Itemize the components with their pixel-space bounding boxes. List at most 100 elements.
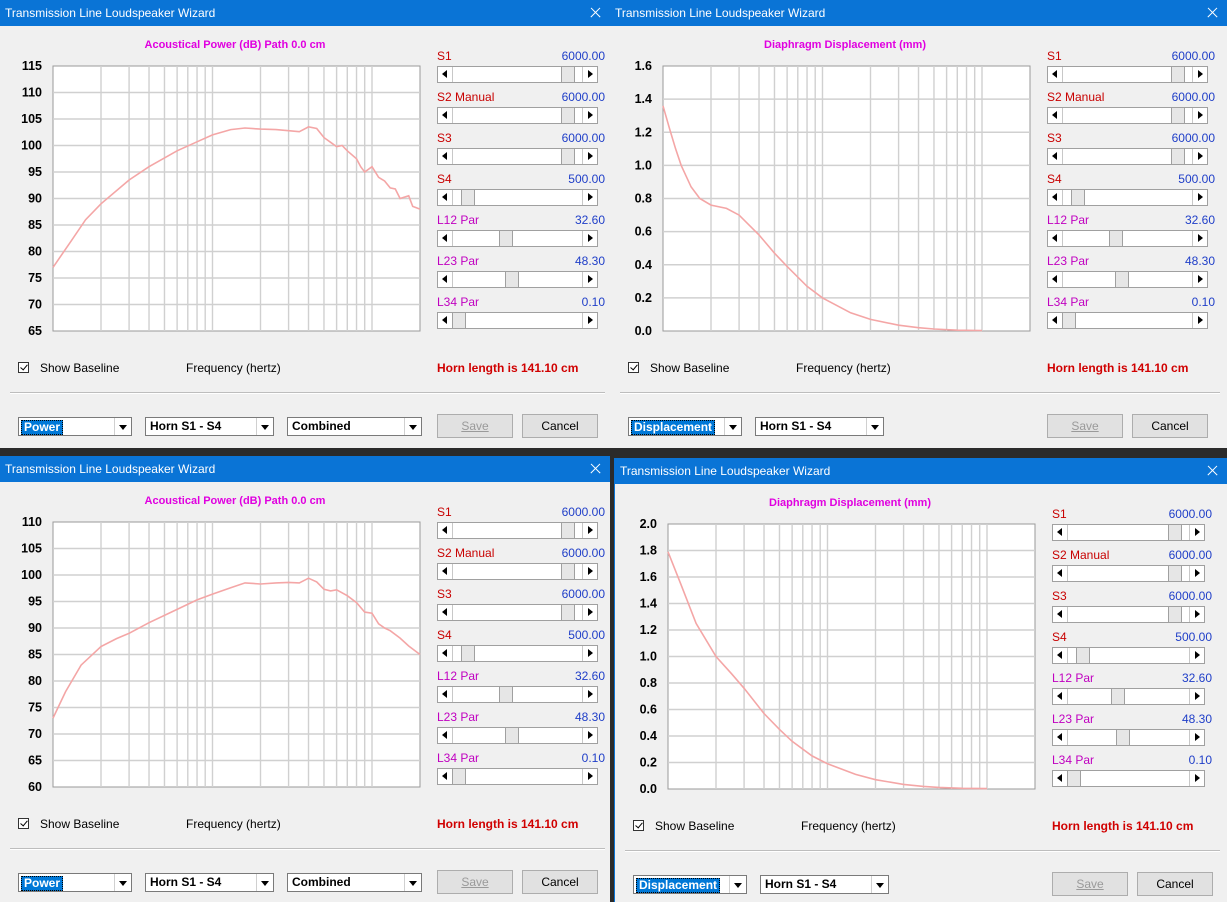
- arrow-right-icon[interactable]: [1192, 231, 1207, 246]
- arrow-left-icon[interactable]: [438, 523, 453, 538]
- slider[interactable]: [1052, 688, 1205, 705]
- slider[interactable]: [1047, 66, 1208, 83]
- horn-combo[interactable]: Horn S1 - S4: [145, 873, 274, 892]
- mode-combo[interactable]: Combined: [287, 873, 422, 892]
- arrow-right-icon[interactable]: [582, 149, 597, 164]
- save-button[interactable]: Save: [437, 870, 513, 894]
- arrow-left-icon[interactable]: [438, 687, 453, 702]
- arrow-right-icon[interactable]: [582, 108, 597, 123]
- slider[interactable]: [437, 686, 598, 703]
- title-bar[interactable]: Transmission Line Loudspeaker Wizard: [615, 458, 1227, 484]
- arrow-right-icon[interactable]: [1192, 190, 1207, 205]
- slider-thumb[interactable]: [452, 313, 466, 328]
- slider-thumb[interactable]: [1116, 730, 1130, 745]
- arrow-left-icon[interactable]: [1048, 67, 1063, 82]
- graph-type-combo[interactable]: Power: [18, 873, 132, 892]
- arrow-right-icon[interactable]: [582, 728, 597, 743]
- arrow-left-icon[interactable]: [1048, 190, 1063, 205]
- slider-thumb[interactable]: [561, 605, 575, 620]
- chevron-down-icon[interactable]: [256, 874, 273, 891]
- slider[interactable]: [437, 230, 598, 247]
- cancel-button[interactable]: Cancel: [1137, 872, 1213, 896]
- slider-thumb[interactable]: [1109, 231, 1123, 246]
- chevron-down-icon[interactable]: [404, 418, 421, 435]
- arrow-left-icon[interactable]: [438, 231, 453, 246]
- chevron-down-icon[interactable]: [404, 874, 421, 891]
- arrow-left-icon[interactable]: [1048, 108, 1063, 123]
- slider[interactable]: [1047, 312, 1208, 329]
- graph-type-combo[interactable]: Displacement: [628, 417, 742, 436]
- slider[interactable]: [1052, 647, 1205, 664]
- slider[interactable]: [437, 148, 598, 165]
- arrow-right-icon[interactable]: [1189, 525, 1204, 540]
- save-button[interactable]: Save: [1052, 872, 1128, 896]
- slider-thumb[interactable]: [461, 646, 475, 661]
- arrow-right-icon[interactable]: [582, 231, 597, 246]
- arrow-left-icon[interactable]: [1048, 272, 1063, 287]
- slider-thumb[interactable]: [1168, 566, 1182, 581]
- arrow-left-icon[interactable]: [1048, 149, 1063, 164]
- slider[interactable]: [1047, 189, 1208, 206]
- slider[interactable]: [437, 563, 598, 580]
- arrow-right-icon[interactable]: [582, 646, 597, 661]
- cancel-button[interactable]: Cancel: [522, 414, 598, 438]
- arrow-left-icon[interactable]: [438, 190, 453, 205]
- slider[interactable]: [437, 522, 598, 539]
- arrow-left-icon[interactable]: [1053, 525, 1068, 540]
- mode-combo[interactable]: Combined: [287, 417, 422, 436]
- chevron-down-icon[interactable]: [114, 418, 131, 435]
- arrow-left-icon[interactable]: [438, 605, 453, 620]
- slider-thumb[interactable]: [452, 769, 466, 784]
- chevron-down-icon[interactable]: [871, 876, 888, 893]
- arrow-right-icon[interactable]: [1189, 607, 1204, 622]
- arrow-left-icon[interactable]: [438, 564, 453, 579]
- slider[interactable]: [1052, 770, 1205, 787]
- arrow-right-icon[interactable]: [1192, 272, 1207, 287]
- slider[interactable]: [437, 727, 598, 744]
- slider[interactable]: [1052, 524, 1205, 541]
- slider-thumb[interactable]: [1067, 771, 1081, 786]
- graph-type-combo[interactable]: Displacement: [633, 875, 747, 894]
- close-icon[interactable]: [580, 456, 610, 482]
- arrow-left-icon[interactable]: [438, 769, 453, 784]
- arrow-left-icon[interactable]: [438, 272, 453, 287]
- arrow-right-icon[interactable]: [582, 523, 597, 538]
- arrow-left-icon[interactable]: [1053, 566, 1068, 581]
- slider-thumb[interactable]: [1171, 67, 1185, 82]
- chevron-down-icon[interactable]: [256, 418, 273, 435]
- arrow-left-icon[interactable]: [1053, 607, 1068, 622]
- slider[interactable]: [437, 189, 598, 206]
- slider[interactable]: [437, 107, 598, 124]
- slider-thumb[interactable]: [1111, 689, 1125, 704]
- title-bar[interactable]: Transmission Line Loudspeaker Wizard: [610, 0, 1227, 26]
- arrow-left-icon[interactable]: [1048, 313, 1063, 328]
- slider-thumb[interactable]: [505, 728, 519, 743]
- horn-combo[interactable]: Horn S1 - S4: [760, 875, 889, 894]
- slider-thumb[interactable]: [505, 272, 519, 287]
- slider[interactable]: [437, 604, 598, 621]
- title-bar[interactable]: Transmission Line Loudspeaker Wizard: [0, 0, 610, 26]
- chevron-down-icon[interactable]: [724, 418, 741, 435]
- arrow-right-icon[interactable]: [1192, 313, 1207, 328]
- slider-thumb[interactable]: [561, 564, 575, 579]
- arrow-right-icon[interactable]: [1192, 67, 1207, 82]
- slider[interactable]: [1047, 230, 1208, 247]
- arrow-right-icon[interactable]: [582, 67, 597, 82]
- slider-thumb[interactable]: [561, 523, 575, 538]
- slider[interactable]: [437, 271, 598, 288]
- chevron-down-icon[interactable]: [866, 418, 883, 435]
- slider-thumb[interactable]: [499, 231, 513, 246]
- arrow-right-icon[interactable]: [582, 687, 597, 702]
- slider-thumb[interactable]: [461, 190, 475, 205]
- graph-type-combo[interactable]: Power: [18, 417, 132, 436]
- slider-thumb[interactable]: [1171, 149, 1185, 164]
- arrow-right-icon[interactable]: [1192, 108, 1207, 123]
- arrow-right-icon[interactable]: [582, 190, 597, 205]
- arrow-right-icon[interactable]: [1189, 648, 1204, 663]
- arrow-right-icon[interactable]: [582, 769, 597, 784]
- arrow-right-icon[interactable]: [582, 313, 597, 328]
- save-button[interactable]: Save: [1047, 414, 1123, 438]
- show-baseline-label[interactable]: Show Baseline: [40, 817, 119, 831]
- horn-combo[interactable]: Horn S1 - S4: [145, 417, 274, 436]
- arrow-left-icon[interactable]: [1053, 648, 1068, 663]
